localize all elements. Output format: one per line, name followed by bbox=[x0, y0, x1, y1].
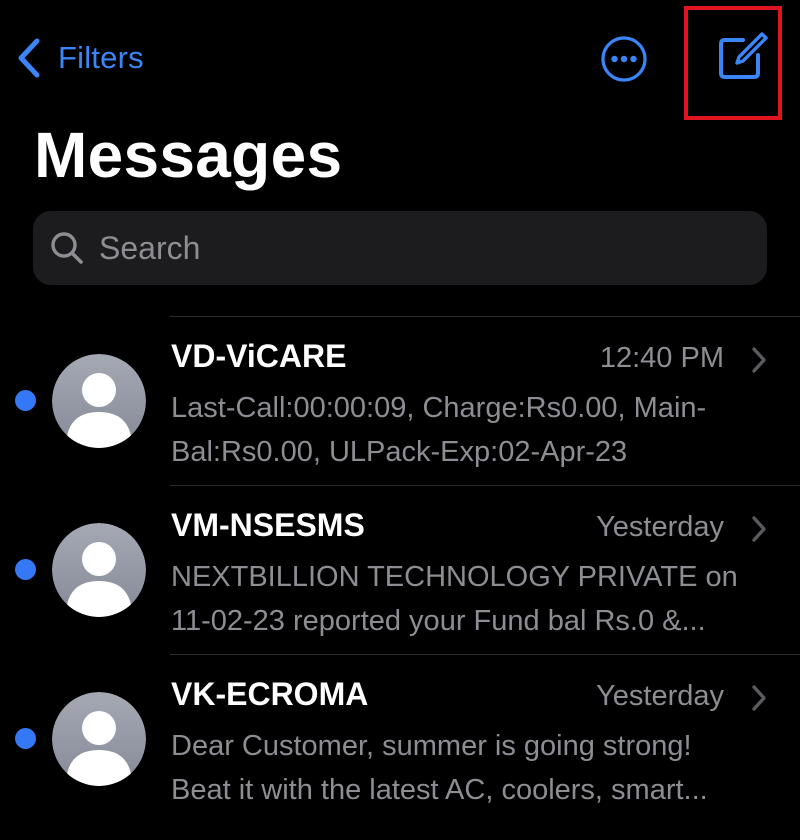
message-preview: Last-Call:00:00:09, Charge:Rs0.00, Main-… bbox=[171, 386, 761, 474]
row-divider bbox=[170, 485, 800, 486]
message-list: VD-ViCARE 12:40 PM Last-Call:00:00:09, C… bbox=[0, 316, 800, 823]
message-time: Yesterday bbox=[596, 511, 724, 543]
avatar bbox=[52, 523, 146, 617]
avatar bbox=[52, 354, 146, 448]
message-preview: Dear Customer, summer is going strong! B… bbox=[171, 724, 761, 812]
search-icon bbox=[33, 230, 85, 266]
page-title: Messages bbox=[34, 119, 343, 191]
search-input[interactable] bbox=[97, 228, 741, 268]
sender-name: VD-ViCARE bbox=[171, 338, 347, 374]
person-placeholder-icon bbox=[52, 523, 146, 617]
compose-icon bbox=[710, 32, 770, 92]
sender-name: VM-NSESMS bbox=[171, 507, 365, 543]
avatar bbox=[52, 692, 146, 786]
unread-indicator bbox=[15, 728, 36, 749]
message-row-vd-vicare[interactable]: VD-ViCARE 12:40 PM Last-Call:00:00:09, C… bbox=[0, 316, 800, 485]
message-time: Yesterday bbox=[596, 680, 724, 712]
sender-name: VK-ECROMA bbox=[171, 676, 369, 712]
ellipsis-circle-icon bbox=[600, 36, 648, 87]
back-button[interactable]: Filters bbox=[16, 34, 144, 82]
chevron-left-icon bbox=[16, 38, 42, 78]
more-options-button[interactable] bbox=[600, 35, 648, 83]
message-preview-line-1: Last-Call:00:00:09, Charge:Rs0.00, Main- bbox=[171, 392, 707, 424]
message-time: 12:40 PM bbox=[599, 342, 724, 374]
message-preview-line-2: 11-02-23 reported your Fund bal Rs.0 &..… bbox=[171, 605, 706, 637]
person-placeholder-icon bbox=[52, 692, 146, 786]
message-preview-line-2: Beat it with the latest AC, coolers, sma… bbox=[171, 774, 708, 806]
message-preview-line-2: Bal:Rs0.00, ULPack-Exp:02-Apr-23 bbox=[171, 436, 628, 468]
unread-indicator bbox=[15, 559, 36, 580]
unread-indicator bbox=[15, 390, 36, 411]
message-row-vk-ecroma[interactable]: VK-ECROMA Yesterday Dear Customer, summe… bbox=[0, 654, 800, 823]
person-placeholder-icon bbox=[52, 354, 146, 448]
navigation-bar: Filters bbox=[0, 0, 800, 120]
back-button-label: Filters bbox=[58, 40, 144, 75]
row-divider bbox=[170, 316, 800, 317]
message-preview-line-1: Dear Customer, summer is going strong! bbox=[171, 730, 692, 762]
search-bar[interactable] bbox=[33, 211, 767, 285]
message-row-vm-nsesms[interactable]: VM-NSESMS Yesterday NEXTBILLION TECHNOLO… bbox=[0, 485, 800, 654]
message-preview-line-1: NEXTBILLION TECHNOLOGY PRIVATE on bbox=[171, 561, 738, 593]
compose-button[interactable] bbox=[710, 28, 770, 88]
row-divider bbox=[170, 654, 800, 655]
message-preview: NEXTBILLION TECHNOLOGY PRIVATE on 11-02-… bbox=[171, 555, 761, 643]
